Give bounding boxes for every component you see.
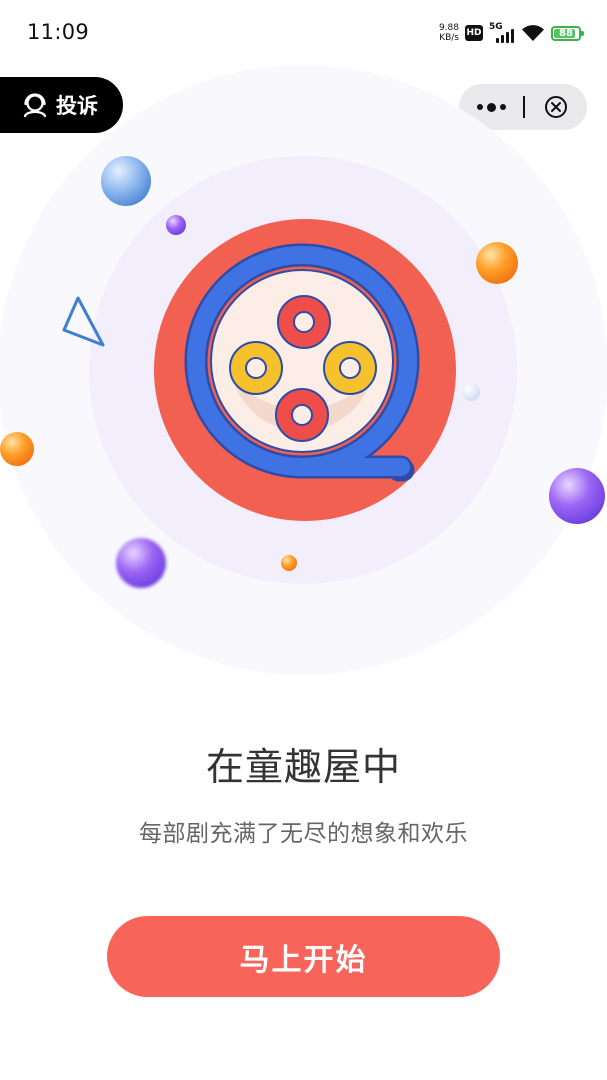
small-ice-sphere: [462, 383, 480, 401]
battery-level-label: 88: [559, 27, 573, 39]
tiny-orange-sphere: [281, 555, 297, 571]
orange-sphere-left: [0, 432, 34, 466]
network-speed-value: 9.88: [438, 23, 459, 33]
signal-bars: [496, 29, 514, 43]
purple-sphere-left: [116, 538, 166, 588]
film-reel-icon: [154, 219, 456, 521]
hero-illustration: [0, 65, 607, 674]
intro-title: 在童趣屋中: [205, 745, 401, 789]
network-speed-unit: KB/s: [439, 33, 459, 43]
status-bar: 11:09 9.88 KB/s HD 5G 88: [0, 0, 607, 64]
small-purple-sphere: [166, 215, 186, 235]
intro-subtitle: 每部剧充满了无尽的想象和欢乐: [139, 821, 468, 847]
wifi-icon: [522, 25, 544, 41]
cellular-signal-icon: 5G: [489, 22, 515, 43]
battery-icon: 88: [551, 25, 584, 41]
status-indicators: 9.88 KB/s HD 5G 88: [439, 21, 584, 45]
orange-sphere-right: [476, 242, 518, 284]
start-now-button[interactable]: 马上开始: [107, 916, 500, 997]
hd-badge: HD: [465, 25, 483, 41]
blue-sphere: [101, 156, 151, 206]
purple-sphere-right: [549, 468, 605, 524]
network-speed: 9.88 KB/s: [439, 23, 459, 43]
status-time: 11:09: [27, 20, 90, 44]
